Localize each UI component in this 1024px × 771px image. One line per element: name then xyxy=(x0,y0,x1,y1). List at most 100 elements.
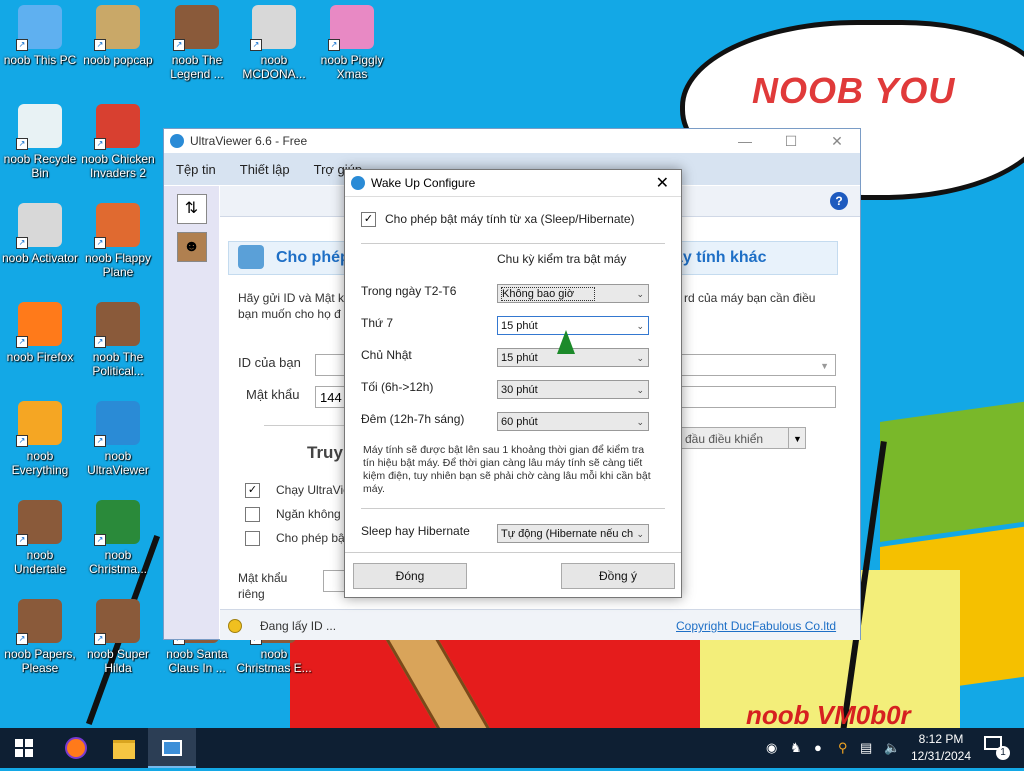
shortcut-arrow-icon: ↗ xyxy=(16,336,28,348)
remote-title: Truy xyxy=(307,443,343,462)
menu-settings[interactable]: Thiết lập xyxy=(240,162,290,177)
desktop-icon[interactable]: ↗ noob Piggly Xmas xyxy=(312,5,392,81)
contacts-icon[interactable]: ☻ xyxy=(176,232,207,262)
clock-date: 12/31/2024 xyxy=(910,749,972,763)
monitor-icon: ↗ xyxy=(16,5,62,51)
taskbar: ◉ ♞ ● ⚲ ▤ 🔈 8:12 PM 12/31/2024 1 xyxy=(0,728,1024,768)
partner-id-field[interactable]: ▼ xyxy=(680,354,836,376)
run-on-startup-checkbox[interactable]: ✓ xyxy=(245,483,260,498)
minimize-icon[interactable]: — xyxy=(722,133,768,150)
desktop-icon[interactable]: ↗ noob Recycle Bin xyxy=(0,104,80,180)
shortcut-arrow-icon: ↗ xyxy=(173,39,185,51)
control-mode-dropdown-icon[interactable]: ▼ xyxy=(788,427,806,449)
ok-button[interactable]: Đồng ý xyxy=(561,563,675,589)
desktop-icon[interactable]: ↗ noob This PC xyxy=(0,5,80,67)
run-on-startup-label: Chạy UltraVie xyxy=(276,483,350,497)
start-button[interactable] xyxy=(0,728,48,768)
ultraviewer-statusbar: Đang lấy ID ... Copyright DucFabulous Co… xyxy=(220,609,860,640)
desktop-icon-label: noob Papers, Please xyxy=(4,647,76,675)
row-label-weekday: Trong ngày T2-T6 xyxy=(361,284,457,298)
search-tray-icon[interactable]: ⚲ xyxy=(838,740,848,756)
desktop-icon[interactable]: ↗ noob Christma... xyxy=(78,500,158,576)
weekday-interval-select[interactable]: Không bao giờ ⌄ xyxy=(497,284,649,303)
desktop-icon[interactable]: ↗ noob Firefox xyxy=(0,302,80,364)
desktop-icon-label: noob UltraViewer xyxy=(87,449,149,477)
desktop-icon[interactable]: ↗ noob Everything xyxy=(0,401,80,477)
volume-icon[interactable]: 🔈 xyxy=(884,740,900,756)
wake-up-dialog: Wake Up Configure ✕ ✓ Cho phép bật máy t… xyxy=(344,169,682,598)
desktop-icon[interactable]: ↗ noob Super Hilda xyxy=(78,599,158,675)
enable-wake-label: Cho phép bật máy tính từ xa (Sleep/Hiber… xyxy=(385,212,635,226)
row-label-night: Đêm (12h-7h sáng) xyxy=(361,412,465,426)
shortcut-arrow-icon: ↗ xyxy=(16,39,28,51)
ultraviewer-title: UltraViewer 6.6 - Free xyxy=(190,134,308,148)
game-icon: ↗ xyxy=(16,599,62,645)
folder-icon: ↗ xyxy=(94,5,140,51)
desktop-icon[interactable]: ↗ noob The Legend ... xyxy=(157,5,237,81)
desktop-icon[interactable]: ↗ noob Flappy Plane xyxy=(78,203,158,279)
desktop-icon[interactable]: ↗ noob UltraViewer xyxy=(78,401,158,477)
night-interval-select[interactable]: 60 phút ⌄ xyxy=(497,412,649,431)
desktop-icon[interactable]: ↗ noob MCDONA... xyxy=(234,5,314,81)
desktop-icon[interactable]: ↗ noob popcap xyxy=(78,5,158,67)
desktop-icon[interactable]: ↗ noob Chicken Invaders 2 xyxy=(78,104,158,180)
connect-arrows-icon[interactable]: ⇅ xyxy=(176,194,207,224)
ultraviewer-logo-icon xyxy=(170,134,184,148)
dialog-note: Máy tính sẽ được bật lên sau 1 khoảng th… xyxy=(363,444,651,495)
password-field[interactable]: 144 xyxy=(315,386,345,408)
desktop-icon[interactable]: ↗ noob Undertale xyxy=(0,500,80,576)
dialog-close-icon[interactable]: ✕ xyxy=(656,173,669,193)
desktop-icon-label: noob Chicken Invaders 2 xyxy=(81,152,155,180)
windows-icon xyxy=(15,739,33,757)
row-label-sunday: Chủ Nhật xyxy=(361,348,412,362)
help-icon[interactable]: ? xyxy=(830,192,848,210)
desktop-icon-label: noob Activator xyxy=(1,251,79,265)
tree-icon: ↗ xyxy=(94,500,140,546)
separator xyxy=(361,243,665,244)
file-explorer-icon[interactable] xyxy=(100,728,148,768)
enable-wake-checkbox[interactable]: ✓ xyxy=(361,212,376,227)
ultraviewer-tray-icon[interactable]: ◉ xyxy=(766,740,777,756)
menu-file[interactable]: Tệp tin xyxy=(176,162,216,177)
network-icon[interactable]: ▤ xyxy=(860,740,872,756)
firefox-taskbar-icon[interactable] xyxy=(52,728,100,768)
desktop-icon-label: noob Piggly Xmas xyxy=(320,53,384,81)
chicken-icon: ↗ xyxy=(94,104,140,150)
status-indicator-icon xyxy=(228,619,242,633)
drop-icon[interactable]: ● xyxy=(814,740,822,755)
desktop-icon[interactable]: ↗ noob Activator xyxy=(0,203,80,265)
control-mode-select[interactable]: đầu điều khiển xyxy=(680,427,804,449)
maximize-icon[interactable]: ☐ xyxy=(768,133,814,150)
banner-left-text: Cho phép xyxy=(276,249,350,266)
close-button[interactable]: Đóng xyxy=(353,563,467,589)
separator xyxy=(345,552,681,553)
partner-password-field[interactable] xyxy=(680,386,836,408)
network-people-icon[interactable]: ♞ xyxy=(790,740,802,756)
private-password-field[interactable] xyxy=(323,570,345,592)
desktop-icon[interactable]: ↗ noob Papers, Please xyxy=(0,599,80,675)
shortcut-arrow-icon: ↗ xyxy=(94,534,106,546)
close-icon[interactable]: ✕ xyxy=(814,133,860,150)
desktop-icon-label: noob Everything xyxy=(11,449,69,477)
banner-right-text: áy tính khác xyxy=(674,249,767,266)
column-header: Chu kỳ kiểm tra bật máy xyxy=(497,252,627,266)
prevent-label: Ngăn không xyxy=(276,507,341,521)
id-field[interactable] xyxy=(315,354,345,376)
shortcut-arrow-icon: ↗ xyxy=(94,633,106,645)
ultraviewer-taskbar-icon[interactable] xyxy=(148,728,196,768)
desktop-icon[interactable]: ↗ noob The Political... xyxy=(78,302,158,378)
clock[interactable]: 8:12 PM 12/31/2024 xyxy=(906,731,976,765)
desc-right: rd của máy bạn cần điều xyxy=(684,291,816,305)
sleep-mode-select[interactable]: Tự động (Hibernate nếu ch ⌄ xyxy=(497,524,649,543)
notification-icon[interactable]: 1 xyxy=(984,736,1010,760)
evening-interval-select[interactable]: 30 phút ⌄ xyxy=(497,380,649,399)
prevent-checkbox[interactable] xyxy=(245,507,260,522)
game-icon: ↗ xyxy=(173,5,219,51)
desktop-icon-label: noob Flappy Plane xyxy=(84,251,152,279)
dialog-titlebar: Wake Up Configure ✕ xyxy=(345,170,681,197)
desktop-icon-label: noob Firefox xyxy=(6,350,74,364)
shortcut-arrow-icon: ↗ xyxy=(94,39,106,51)
desc-line-2: bạn muốn cho họ đ xyxy=(238,307,341,321)
allow-checkbox[interactable] xyxy=(245,531,260,546)
copyright-link[interactable]: Copyright DucFabulous Co.ltd xyxy=(676,619,836,633)
